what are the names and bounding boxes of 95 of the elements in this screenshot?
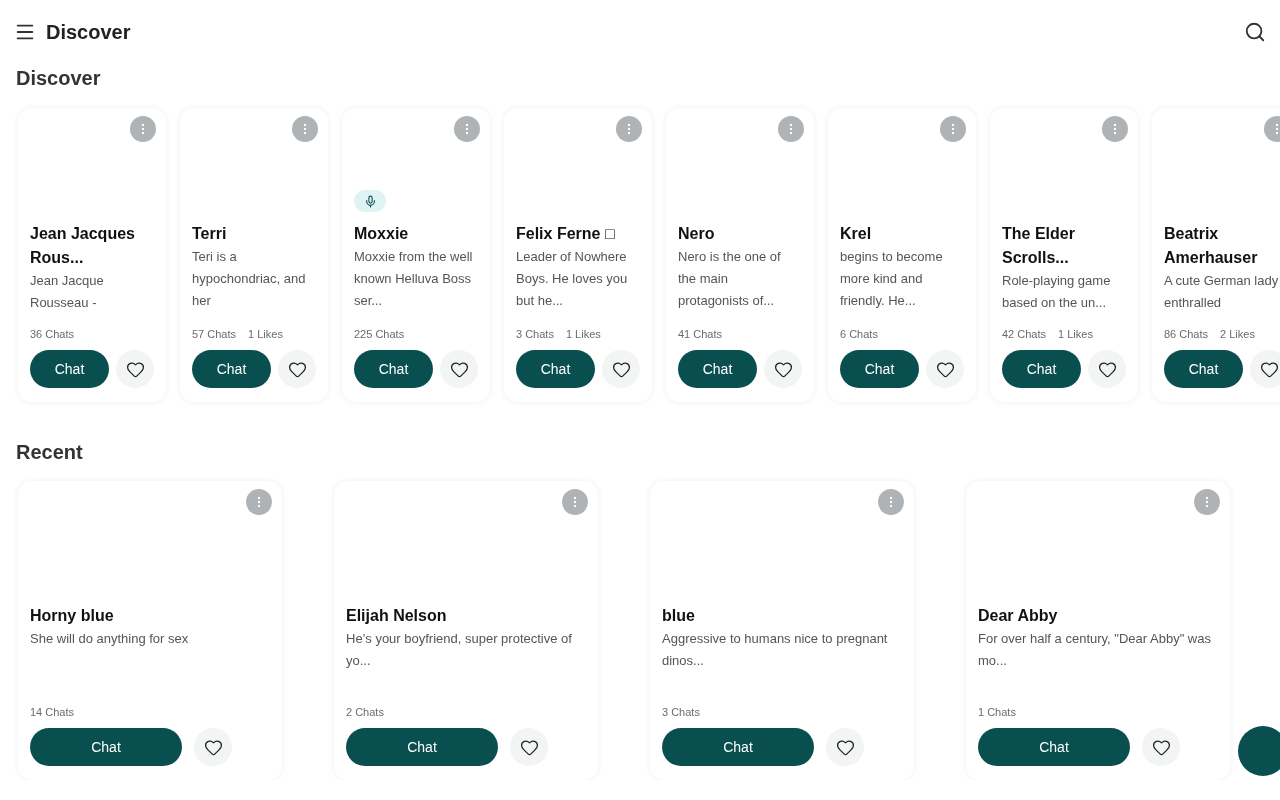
character-description: For over half a century, "Dear Abby" was mo...	[978, 630, 1212, 670]
character-card[interactable]: Felix Ferne □ Leader of Nowhere Boys. He loves you but he... 3 Chats 1 Likes Chat	[504, 108, 652, 402]
favorite-button[interactable]	[764, 350, 802, 388]
heart-icon	[519, 737, 539, 757]
chat-count: 42 Chats	[1002, 326, 1047, 342]
floating-action-button[interactable]	[1238, 726, 1280, 776]
chat-button[interactable]: Chat	[30, 728, 182, 766]
chat-button[interactable]: Chat	[30, 350, 109, 388]
chat-count: 3 Chats	[516, 326, 554, 342]
character-description: Teri is a hypochondriac, and her	[192, 248, 307, 310]
chat-button[interactable]: Chat	[516, 350, 595, 388]
heart-icon	[1097, 359, 1117, 379]
heart-icon	[611, 359, 631, 379]
character-name: Beatrix Amerhauser	[1164, 224, 1259, 268]
heart-icon	[125, 359, 145, 379]
character-name: blue	[662, 606, 696, 626]
character-description: Jean Jacque Rousseau -	[30, 272, 105, 312]
like-count: 1 Likes	[248, 326, 283, 342]
chat-button[interactable]: Chat	[1164, 350, 1243, 388]
character-card[interactable]: Jean Jacques Rous... Jean Jacque Rousseau - 36 Chats Chat	[18, 108, 166, 402]
favorite-button[interactable]	[1088, 350, 1126, 388]
favorite-button[interactable]	[278, 350, 316, 388]
character-card[interactable]: Dear Abby For over half a century, "Dear Abby" was mo... 1 Chats Chat	[966, 481, 1230, 780]
chat-button[interactable]: Chat	[840, 350, 919, 388]
character-card[interactable]: Elijah Nelson He’s your boyfriend, super protective of yo... 2 Chats Chat	[334, 481, 598, 780]
chat-button[interactable]: Chat	[354, 350, 433, 388]
like-count: 1 Likes	[1058, 326, 1093, 342]
heart-icon	[1151, 737, 1171, 757]
character-description: He’s your boyfriend, super protective of yo...	[346, 630, 573, 670]
chat-button[interactable]: Chat	[662, 728, 814, 766]
section-heading: Recent	[15, 440, 84, 465]
favorite-button[interactable]	[1250, 350, 1280, 388]
chat-count: 225 Chats	[354, 326, 405, 342]
chat-count: 2 Chats	[346, 704, 384, 720]
character-name: Nero	[678, 224, 716, 244]
character-card[interactable]: Horny blue She will do anything for sex 14 Chats Chat	[18, 481, 282, 780]
chat-button[interactable]: Chat	[1002, 350, 1081, 388]
character-description: Moxxie from the well known Helluva Boss ser...	[354, 248, 474, 310]
favorite-button[interactable]	[116, 350, 154, 388]
character-description: A cute German lady enthralled	[1164, 272, 1280, 312]
character-name: Terri	[192, 224, 228, 244]
chat-button[interactable]: Chat	[346, 728, 498, 766]
character-card[interactable]: Nero Nero is the one of the main protagonists of... 41 Chats Chat	[666, 108, 814, 402]
chat-count: 41 Chats	[678, 326, 723, 342]
character-name: The Elder Scrolls...	[1002, 224, 1076, 268]
like-count: 2 Likes	[1220, 326, 1255, 342]
favorite-button[interactable]	[440, 350, 478, 388]
chat-button[interactable]: Chat	[192, 350, 271, 388]
heart-icon	[935, 359, 955, 379]
character-name: Horny blue	[30, 606, 115, 626]
chat-count: 86 Chats	[1164, 326, 1209, 342]
character-name: Krel	[840, 224, 873, 244]
character-card[interactable]: Beatrix Amerhauser A cute German lady enthralled 86 Chats 2 Likes Chat	[1152, 108, 1280, 402]
character-card[interactable]: blue Aggressive to humans nice to pregnant dinos... 3 Chats Chat	[650, 481, 914, 780]
favorite-button[interactable]	[602, 350, 640, 388]
chat-button[interactable]: Chat	[678, 350, 757, 388]
heart-icon	[287, 359, 307, 379]
character-card[interactable]: Terri Teri is a hypochondriac, and her 57 Chats 1 Likes Chat	[180, 108, 328, 402]
chat-count: 1 Chats	[978, 704, 1016, 720]
character-description: Aggressive to humans nice to pregnant dinos...	[662, 630, 889, 670]
page-title: Discover	[46, 20, 131, 45]
chat-count: 57 Chats	[192, 326, 237, 342]
character-name: Dear Abby	[978, 606, 1059, 626]
heart-icon	[449, 359, 469, 379]
chat-button[interactable]: Chat	[978, 728, 1130, 766]
chat-count: 14 Chats	[30, 704, 75, 720]
chat-count: 36 Chats	[30, 326, 75, 342]
chat-count: 6 Chats	[840, 326, 878, 342]
character-description: She will do anything for sex	[30, 630, 190, 648]
character-description: Leader of Nowhere Boys. He loves you but he...	[516, 248, 629, 310]
character-card[interactable]: The Elder Scrolls... Role-playing game based on the un... 42 Chats 1 Likes Chat	[990, 108, 1138, 402]
heart-icon	[773, 359, 793, 379]
character-card[interactable]: Krel begins to become more kind and friendly. He... 6 Chats Chat	[828, 108, 976, 402]
favorite-button[interactable]	[510, 728, 548, 766]
character-name: Jean Jacques Rous...	[30, 224, 136, 268]
like-count: 1 Likes	[565, 326, 601, 342]
character-description: begins to become more kind and friendly. He...	[840, 248, 944, 310]
section-heading: Discover	[15, 66, 102, 91]
favorite-button[interactable]	[1142, 728, 1180, 766]
search-button[interactable]	[1244, 21, 1266, 43]
favorite-button[interactable]	[194, 728, 232, 766]
character-name: Felix Ferne □	[516, 224, 616, 244]
heart-icon	[203, 737, 223, 757]
favorite-button[interactable]	[826, 728, 864, 766]
chat-count: 3 Chats	[662, 704, 700, 720]
heart-icon	[835, 737, 855, 757]
character-name: Elijah Nelson	[346, 606, 448, 626]
voice-badge	[354, 190, 386, 212]
favorite-button[interactable]	[926, 350, 964, 388]
character-description: Role-playing game based on the un...	[1002, 272, 1112, 312]
character-name: Moxxie	[354, 224, 410, 244]
search-icon	[1244, 21, 1266, 43]
character-description: Nero is the one of the main protagonists of...	[678, 248, 782, 310]
character-card[interactable]: Moxxie Moxxie from the well known Helluva Boss ser... 225 Chats Chat	[342, 108, 490, 402]
heart-icon	[1259, 359, 1279, 379]
